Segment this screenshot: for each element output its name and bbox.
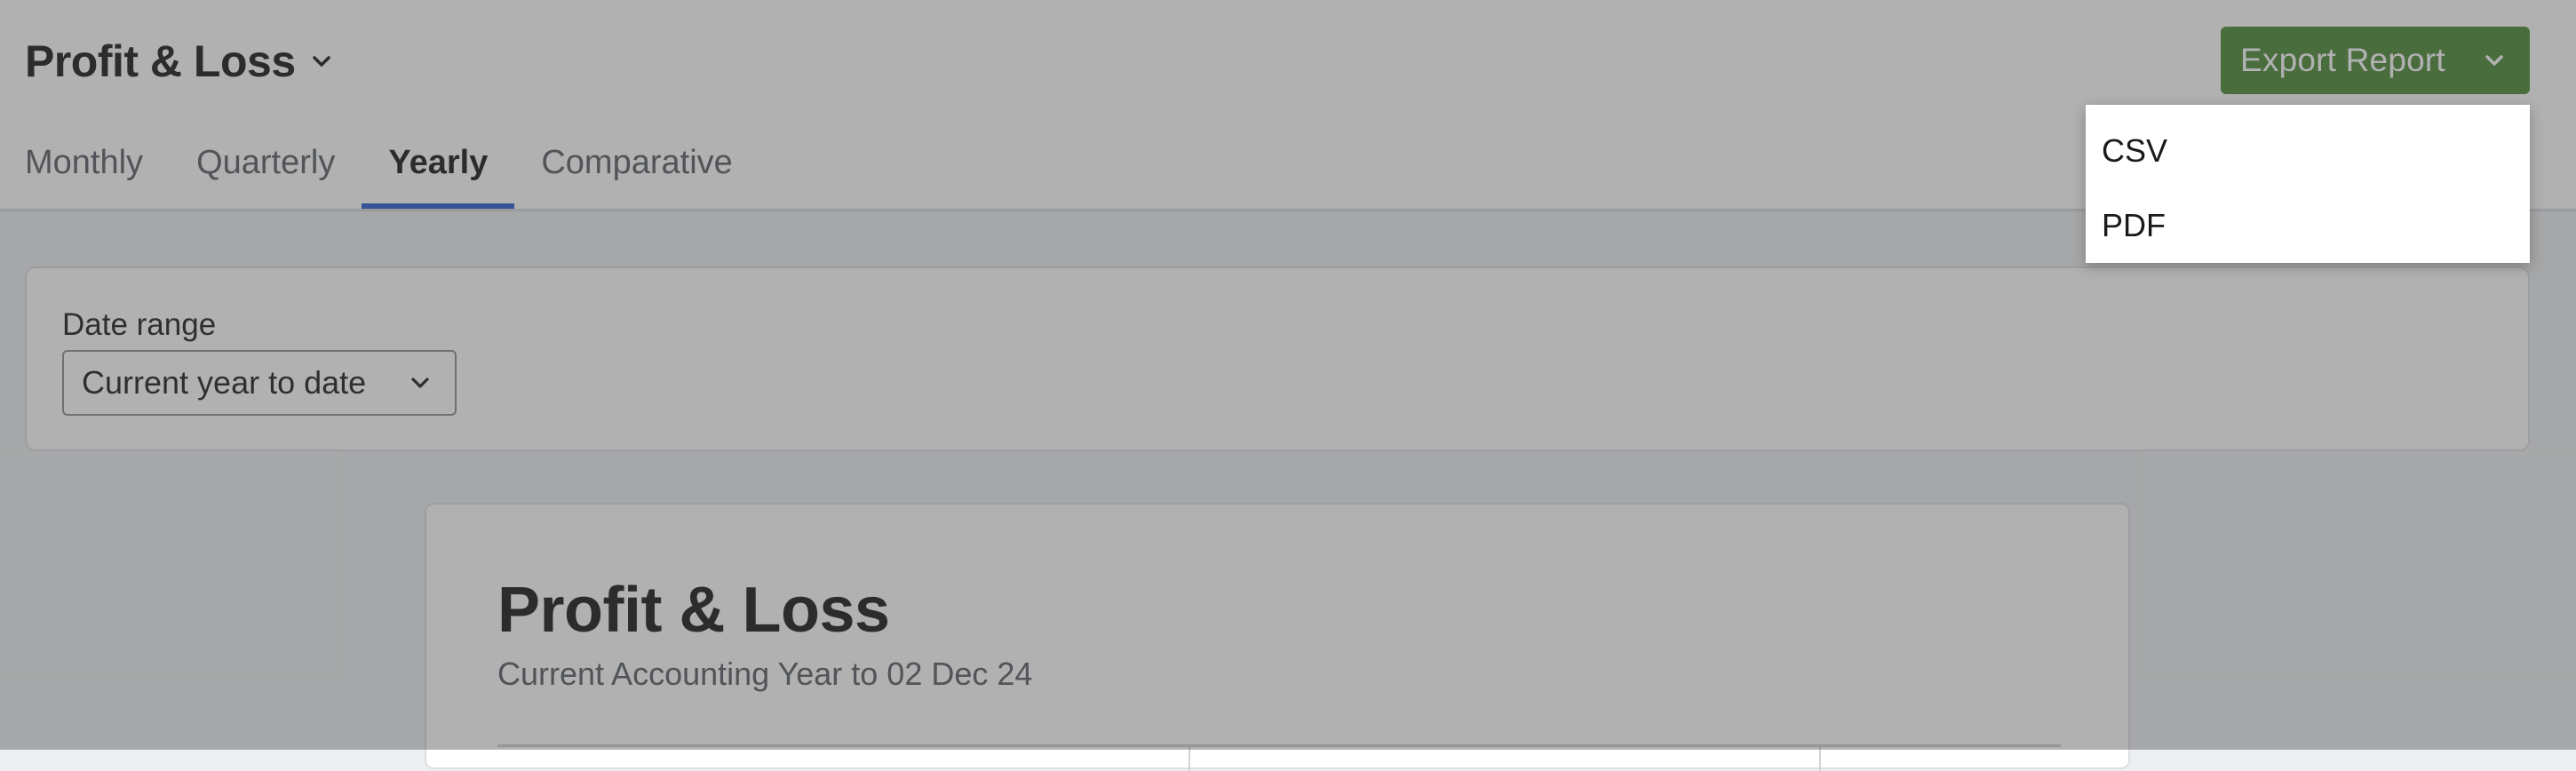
- export-menu: CSV PDF: [2086, 105, 2530, 263]
- page: Profit & Loss Monthly Quarterly Yearly C…: [0, 0, 2576, 771]
- export-pdf-option[interactable]: PDF: [2086, 188, 2530, 263]
- export-csv-option[interactable]: CSV: [2086, 114, 2530, 188]
